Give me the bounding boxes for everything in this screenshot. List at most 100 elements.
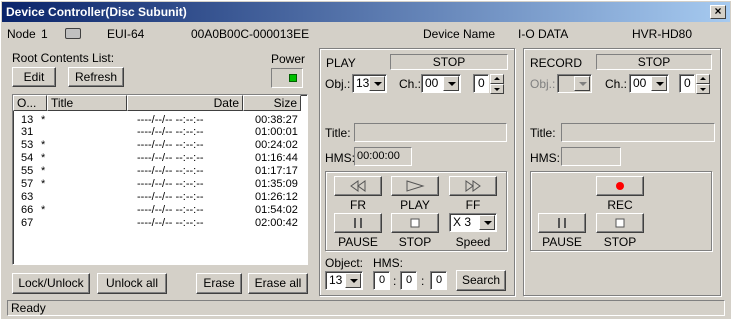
fr-label: FR	[350, 198, 366, 212]
device-name-label: Device Name	[423, 27, 496, 41]
record-obj-select[interactable]	[557, 74, 592, 93]
chevron-down-icon	[651, 76, 667, 91]
record-title-field	[561, 123, 715, 142]
play-state-display: STOP	[390, 54, 508, 70]
speed-label: Speed	[455, 235, 491, 249]
record-state-display: STOP	[596, 54, 712, 70]
chevron-down-icon	[443, 76, 459, 91]
record-stop-label: STOP	[603, 235, 637, 249]
eui-value: 00A0B00C-000013EE	[191, 27, 310, 41]
pause-button[interactable]	[334, 213, 382, 233]
list-item[interactable]: 55 * ----/--/-- --:--:-- 01:17:17	[15, 165, 305, 177]
list-item[interactable]: 13 * ----/--/-- --:--:-- 00:38:27	[15, 114, 305, 126]
play-group-label: PLAY	[326, 56, 356, 70]
column-header-obj[interactable]: O...	[13, 95, 47, 111]
chevron-down-icon	[369, 76, 385, 91]
pause-label: PAUSE	[338, 235, 378, 249]
window-title: Device Controller(Disc Subunit)	[6, 5, 187, 19]
fast-forward-icon	[465, 180, 481, 192]
stop-icon	[615, 218, 625, 228]
unlock-all-button[interactable]: Unlock all	[97, 273, 167, 294]
record-spin-value[interactable]: 0	[679, 74, 695, 93]
list-item[interactable]: 63 ----/--/-- --:--:-- 01:26:12	[15, 191, 305, 203]
play-obj-select[interactable]: 13	[352, 74, 387, 93]
eui-label: EUI-64	[107, 27, 145, 41]
lock-unlock-button[interactable]: Lock/Unlock	[12, 273, 90, 294]
object-select[interactable]: 13	[325, 271, 363, 290]
stop-label: STOP	[398, 235, 432, 249]
column-header-date[interactable]: Date	[127, 95, 243, 111]
play-obj-label: Obj.:	[325, 77, 351, 91]
seek-hms-label: HMS:	[373, 256, 403, 270]
list-item[interactable]: 66 * ----/--/-- --:--:-- 01:54:02	[15, 204, 305, 216]
contents-list[interactable]: O... Title Date Size 13 * ----/--/-- --:-…	[12, 94, 308, 265]
list-item[interactable]: 54 * ----/--/-- --:--:-- 01:16:44	[15, 152, 305, 164]
record-hms-field	[561, 147, 621, 166]
node-value: 1	[41, 27, 48, 41]
record-obj-label: Obj.:	[530, 77, 556, 91]
model-name: HVR-HD80	[632, 27, 693, 41]
spin-up-icon[interactable]	[490, 74, 504, 84]
spin-up-icon[interactable]	[696, 74, 710, 84]
seek-second-input[interactable]: 0	[430, 271, 447, 290]
record-dot-icon	[616, 182, 624, 190]
title-bar: Device Controller(Disc Subunit) ×	[2, 2, 730, 22]
speed-select[interactable]: X 3	[449, 213, 497, 232]
play-ch-select[interactable]: 00	[421, 74, 461, 93]
play-spin-control[interactable]	[490, 74, 504, 94]
record-pause-label: PAUSE	[542, 235, 582, 249]
play-title-label: Title:	[325, 126, 351, 140]
column-header-title[interactable]: Title	[47, 95, 127, 111]
object-label: Object:	[325, 256, 364, 270]
edit-button[interactable]: Edit	[12, 67, 56, 87]
play-label: PLAY	[400, 198, 430, 212]
spin-down-icon[interactable]	[696, 84, 710, 94]
node-label: Node	[7, 27, 36, 41]
vendor-name: I-O DATA	[518, 27, 569, 41]
ff-button[interactable]	[449, 176, 497, 196]
play-ch-label: Ch.:	[399, 77, 422, 91]
record-group-label: RECORD	[530, 56, 583, 70]
fr-button[interactable]	[334, 176, 382, 196]
record-stop-button[interactable]	[596, 213, 644, 233]
chevron-down-icon	[574, 76, 590, 91]
erase-all-button[interactable]: Erase all	[248, 273, 308, 294]
stop-button[interactable]	[391, 213, 439, 233]
chevron-down-icon	[479, 215, 495, 230]
status-bar: Ready	[7, 300, 725, 316]
spin-down-icon[interactable]	[490, 84, 504, 94]
seek-hour-input[interactable]: 0	[373, 271, 390, 290]
list-item[interactable]: 67 ----/--/-- --:--:-- 02:00:42	[15, 217, 305, 229]
record-pause-button[interactable]	[538, 213, 586, 233]
rec-label: REC	[607, 198, 633, 212]
list-item[interactable]: 31 ----/--/-- --:--:-- 01:00:01	[15, 126, 305, 138]
column-header-size[interactable]: Size	[243, 95, 301, 111]
play-spin-value[interactable]: 0	[473, 74, 489, 93]
pause-icon	[354, 218, 362, 228]
rewind-icon	[350, 180, 366, 192]
device-controller-window: Device Controller(Disc Subunit) × Node 1…	[0, 0, 732, 320]
power-label: Power	[271, 52, 306, 66]
seek-minute-input[interactable]: 0	[400, 271, 417, 290]
play-icon	[406, 180, 425, 192]
play-hms-label: HMS:	[325, 151, 355, 165]
record-hms-label: HMS:	[530, 151, 560, 165]
close-button[interactable]: ×	[710, 5, 726, 19]
erase-button[interactable]: Erase	[196, 273, 242, 294]
record-spin-control[interactable]	[696, 74, 710, 94]
list-item[interactable]: 57 * ----/--/-- --:--:-- 01:35:09	[15, 178, 305, 190]
stop-icon	[410, 218, 420, 228]
pause-icon	[558, 218, 566, 228]
device-icon	[65, 28, 81, 39]
root-contents-label: Root Contents List:	[12, 51, 115, 65]
list-item[interactable]: 53 * ----/--/-- --:--:-- 00:24:02	[15, 139, 305, 151]
refresh-button[interactable]: Refresh	[68, 67, 124, 87]
play-button[interactable]	[391, 176, 439, 196]
play-title-field	[354, 123, 507, 142]
play-hms-field: 00:00:00	[354, 147, 412, 166]
chevron-down-icon	[345, 273, 361, 288]
rec-button[interactable]	[596, 176, 644, 196]
power-indicator	[271, 68, 303, 88]
search-button[interactable]: Search	[456, 270, 506, 291]
record-ch-select[interactable]: 00	[629, 74, 669, 93]
